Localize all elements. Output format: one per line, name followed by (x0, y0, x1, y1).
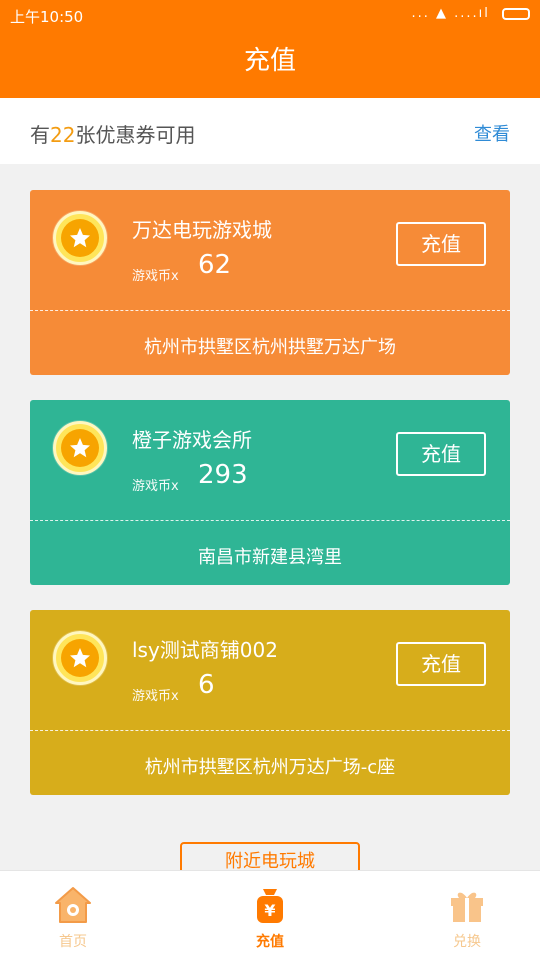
status-time: 上午10:50 (10, 8, 84, 26)
coupon-count: 22 (50, 123, 76, 147)
tab-exchange[interactable]: 兑换 (407, 871, 527, 960)
gift-icon (451, 892, 483, 922)
tab-recharge-label: 充值 (256, 934, 284, 950)
dashed-divider (30, 730, 510, 731)
page-title: 充值 (243, 46, 296, 76)
svg-text:¥: ¥ (264, 901, 275, 920)
store-card-list: 万达电玩游戏城 游戏币x 62 充值 杭州市拱墅区杭州拱墅万达广场 橙子游戏会所… (30, 190, 510, 820)
tab-home[interactable]: 首页 (13, 871, 133, 960)
store-card: 万达电玩游戏城 游戏币x 62 充值 杭州市拱墅区杭州拱墅万达广场 (30, 190, 510, 375)
status-icons: ... ▲ ....ıl (411, 6, 530, 21)
bottom-tab-bar: 首页 ¥ 充值 兑换 (0, 870, 540, 960)
title-bar: 充值 (0, 30, 540, 98)
store-address: 杭州市拱墅区杭州万达广场-c座 (144, 757, 396, 778)
battery-icon (502, 7, 530, 20)
status-bar: 上午10:50 ... ▲ ....ıl (0, 0, 540, 30)
coins-value: 6 (198, 670, 215, 700)
coins-label: 游戏币x (132, 479, 179, 494)
star-coin-icon (53, 211, 107, 265)
recharge-button[interactable]: 充值 (396, 642, 486, 686)
star-coin-icon (53, 421, 107, 475)
star-coin-icon (53, 631, 107, 685)
store-card: lsy测试商铺002 游戏币x 6 充值 杭州市拱墅区杭州万达广场-c座 (30, 610, 510, 795)
coins-value: 293 (198, 460, 248, 490)
store-card: 橙子游戏会所 游戏币x 293 充值 南昌市新建县湾里 (30, 400, 510, 585)
store-name: 橙子游戏会所 (132, 428, 252, 452)
signal-icon: ... ▲ ....ıl (411, 6, 490, 21)
tab-home-label: 首页 (59, 934, 87, 950)
store-address: 杭州市拱墅区杭州拱墅万达广场 (144, 337, 396, 358)
home-icon (55, 887, 91, 923)
coins-value: 62 (198, 250, 232, 280)
recharge-button[interactable]: 充值 (396, 432, 486, 476)
coupon-bar: 有22张优惠券可用 查看 (0, 98, 540, 164)
tab-exchange-label: 兑换 (453, 934, 481, 950)
view-coupons-link[interactable]: 查看 (474, 120, 510, 146)
store-name: lsy测试商铺002 (132, 638, 278, 662)
dashed-divider (30, 310, 510, 311)
dashed-divider (30, 520, 510, 521)
store-address: 南昌市新建县湾里 (198, 547, 342, 568)
coupon-suffix: 张优惠券可用 (75, 123, 196, 147)
coupon-text: 有22张优惠券可用 (30, 119, 195, 148)
tab-recharge[interactable]: ¥ 充值 (210, 871, 330, 960)
coupon-prefix: 有 (30, 123, 50, 147)
yuan-bag-icon: ¥ (257, 889, 283, 923)
coins-label: 游戏币x (132, 269, 179, 284)
coins-label: 游戏币x (132, 689, 179, 704)
store-name: 万达电玩游戏城 (132, 218, 272, 242)
recharge-button[interactable]: 充值 (396, 222, 486, 266)
